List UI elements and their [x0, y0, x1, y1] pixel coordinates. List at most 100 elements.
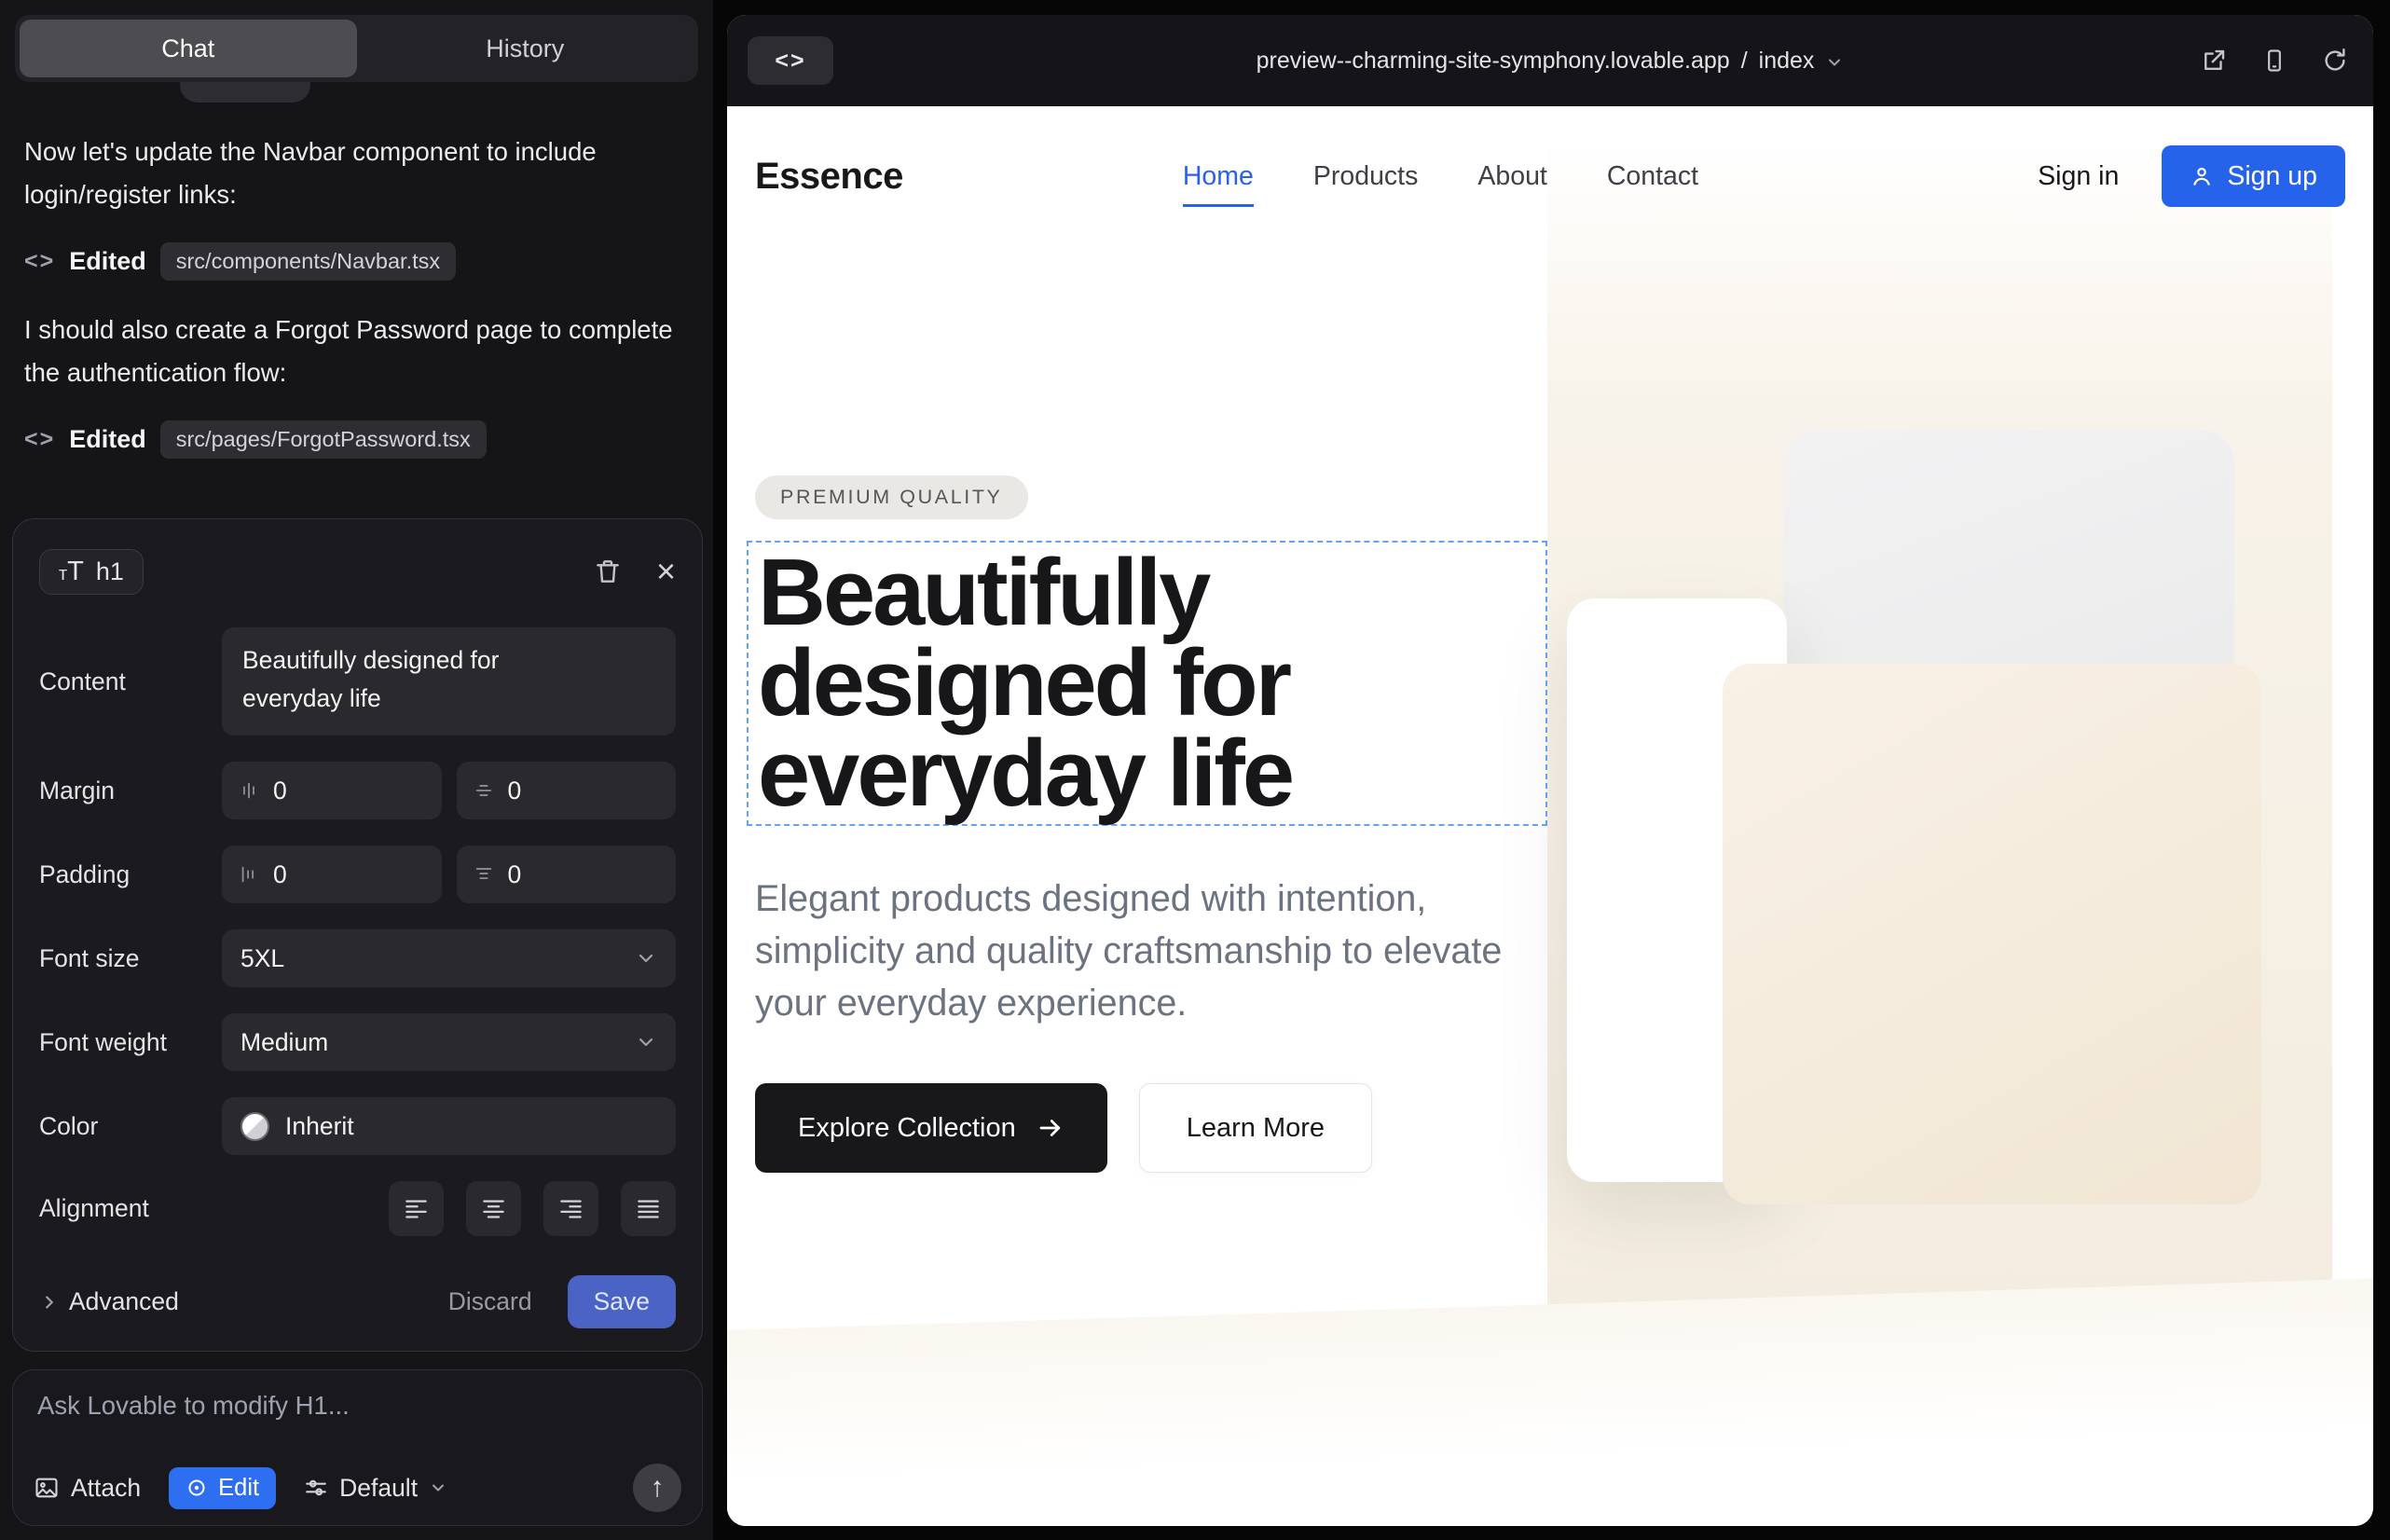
discard-button[interactable]: Discard — [448, 1287, 532, 1316]
attach-button[interactable]: Attach — [34, 1474, 141, 1503]
text-type-icon: тT — [59, 558, 84, 585]
attach-label: Attach — [71, 1474, 141, 1503]
padding-y-value: 0 — [508, 860, 522, 889]
element-tag-label: h1 — [96, 557, 124, 586]
edited-file-row: <> Edited src/pages/ForgotPassword.tsx — [24, 420, 684, 459]
model-default-button[interactable]: Default — [304, 1474, 447, 1503]
selected-element-outline[interactable]: Beautifully designed for everyday life — [747, 541, 1547, 826]
arrow-up-icon: ↑ — [651, 1472, 665, 1504]
padding-x-input[interactable]: 0 — [222, 846, 442, 903]
url-separator: / — [1741, 48, 1748, 75]
open-in-new-tab-button[interactable] — [2200, 47, 2228, 75]
mobile-view-button[interactable] — [2261, 48, 2287, 74]
site-logo[interactable]: Essence — [755, 156, 903, 198]
chevron-down-icon — [635, 1031, 657, 1053]
hero-badge: PREMIUM QUALITY — [755, 475, 1028, 519]
align-center-icon — [481, 1196, 506, 1221]
element-editor-panel: тT h1 × Content Beautifully designed for… — [12, 518, 703, 1352]
tab-chat[interactable]: Chat — [20, 20, 357, 77]
explore-collection-label: Explore Collection — [798, 1113, 1016, 1144]
trash-icon — [593, 557, 623, 586]
font-weight-value: Medium — [240, 1028, 328, 1057]
editor-header: тT h1 × — [39, 542, 676, 601]
save-button[interactable]: Save — [568, 1275, 676, 1328]
hero-headline[interactable]: Beautifully designed for everyday life — [758, 548, 1485, 819]
send-button[interactable]: ↑ — [633, 1464, 681, 1512]
alignment-label: Alignment — [39, 1194, 222, 1223]
explore-collection-button[interactable]: Explore Collection — [755, 1083, 1107, 1173]
sign-up-label: Sign up — [2227, 161, 2317, 192]
content-row: Content Beautifully designed for everyda… — [39, 627, 676, 736]
edit-mode-button[interactable]: Edit — [169, 1467, 276, 1509]
font-size-value: 5XL — [240, 944, 284, 973]
align-right-button[interactable] — [543, 1181, 598, 1236]
target-icon — [185, 1477, 208, 1499]
hero-cta-row: Explore Collection Learn More — [755, 1083, 1372, 1173]
file-path-badge[interactable]: src/pages/ForgotPassword.tsx — [160, 420, 487, 459]
chat-panel: Chat History Now let's update the Navbar… — [0, 0, 713, 1540]
sign-in-button[interactable]: Sign in — [2038, 161, 2119, 192]
sign-up-button[interactable]: Sign up — [2162, 145, 2345, 207]
url-text: preview--charming-site-symphony.lovable.… — [1257, 48, 1730, 75]
font-weight-row: Font weight Medium — [39, 1013, 676, 1071]
content-label: Content — [39, 667, 222, 696]
tab-history[interactable]: History — [357, 20, 694, 77]
align-center-button[interactable] — [466, 1181, 521, 1236]
lovable-app: Chat History Now let's update the Navbar… — [0, 0, 2390, 1540]
vertical-spacing-icon — [239, 780, 259, 801]
nav-link-products[interactable]: Products — [1313, 161, 1418, 192]
margin-x-input[interactable]: 0 — [222, 762, 442, 819]
chevron-right-icon — [39, 1292, 60, 1313]
element-tag-chip[interactable]: тT h1 — [39, 549, 144, 595]
decor-card-beige — [1723, 664, 2261, 1204]
advanced-toggle[interactable]: Advanced — [39, 1287, 179, 1316]
padding-row: Padding 0 0 — [39, 846, 676, 903]
nav-link-contact[interactable]: Contact — [1607, 161, 1698, 192]
chevron-down-icon — [1825, 53, 1844, 72]
chat-message: Now let's update the Navbar component to… — [24, 131, 684, 216]
alignment-row: Alignment — [39, 1181, 676, 1236]
nav-link-home[interactable]: Home — [1183, 161, 1254, 192]
image-icon — [34, 1475, 60, 1501]
padding-x-icon — [239, 864, 259, 885]
site-navbar: Essence Home Products About Contact Sign… — [727, 106, 2373, 246]
font-weight-label: Font weight — [39, 1028, 222, 1057]
align-left-button[interactable] — [389, 1181, 444, 1236]
refresh-button[interactable] — [2321, 47, 2349, 75]
sliders-icon — [304, 1476, 328, 1500]
preview-actions — [2200, 47, 2349, 75]
close-editor-button[interactable]: × — [656, 555, 676, 588]
diagonal-divider — [727, 1274, 2373, 1526]
margin-label: Margin — [39, 777, 222, 805]
preview-url[interactable]: preview--charming-site-symphony.lovable.… — [727, 48, 2373, 75]
margin-y-input[interactable]: 0 — [457, 762, 677, 819]
font-size-select[interactable]: 5XL — [222, 929, 676, 987]
prompt-composer: Ask Lovable to modify H1... Attach Edit … — [12, 1369, 703, 1526]
margin-x-value: 0 — [273, 777, 287, 805]
file-path-badge[interactable]: src/components/Navbar.tsx — [160, 242, 456, 281]
font-weight-select[interactable]: Medium — [222, 1013, 676, 1071]
site-nav-links: Home Products About Contact — [1183, 161, 1698, 192]
site-nav-right: Sign in Sign up — [2038, 145, 2345, 207]
hero-subtext: Elegant products designed with intention… — [755, 873, 1515, 1029]
font-size-label: Font size — [39, 944, 222, 973]
align-justify-icon — [636, 1196, 661, 1221]
padding-x-value: 0 — [273, 860, 287, 889]
nav-link-about[interactable]: About — [1477, 161, 1546, 192]
learn-more-button[interactable]: Learn More — [1139, 1083, 1372, 1173]
horizontal-spacing-icon — [474, 780, 494, 801]
close-icon: × — [656, 555, 676, 588]
color-select[interactable]: Inherit — [222, 1097, 676, 1155]
chevron-down-icon — [429, 1478, 447, 1497]
align-right-icon — [558, 1196, 584, 1221]
align-justify-button[interactable] — [621, 1181, 676, 1236]
delete-element-button[interactable] — [593, 557, 623, 586]
content-input[interactable]: Beautifully designed for everyday life — [222, 627, 676, 736]
padding-y-input[interactable]: 0 — [457, 846, 677, 903]
edited-label: Edited — [69, 425, 146, 454]
preview-window: <> preview--charming-site-symphony.lovab… — [727, 15, 2373, 1526]
margin-row: Margin 0 0 — [39, 762, 676, 819]
margin-y-value: 0 — [508, 777, 522, 805]
editor-header-actions: × — [593, 555, 676, 588]
prompt-input[interactable]: Ask Lovable to modify H1... — [37, 1391, 678, 1421]
